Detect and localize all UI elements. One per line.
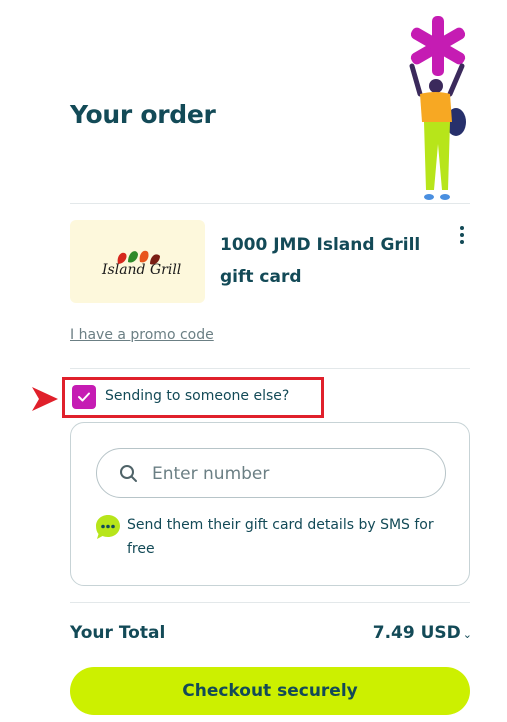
red-arrow-icon xyxy=(32,387,58,411)
product-name: 1000 JMD Island Grill gift card xyxy=(220,235,421,287)
search-icon xyxy=(120,465,137,482)
more-options-icon[interactable] xyxy=(452,222,472,248)
sms-info-text: Send them their gift card details by SMS… xyxy=(127,517,434,557)
phone-number-input[interactable] xyxy=(152,459,432,489)
checkmark-icon xyxy=(78,392,90,402)
product-thumbnail: Island Grill xyxy=(70,220,205,303)
recipient-sms-panel: Send them their gift card details by SMS… xyxy=(70,422,470,586)
total-amount-value: 7.49 USD xyxy=(372,623,461,643)
chevron-down-icon: ⌄ xyxy=(462,628,472,641)
promo-code-link[interactable]: I have a promo code xyxy=(70,327,214,343)
promo-divider xyxy=(70,368,470,369)
total-label: Your Total xyxy=(70,623,166,643)
header-divider xyxy=(70,203,470,204)
page-title: Your order xyxy=(70,100,216,129)
send-to-someone-label[interactable]: Sending to someone else? xyxy=(105,388,289,404)
phone-number-field[interactable] xyxy=(96,448,446,498)
island-grill-logo-text: Island Grill xyxy=(102,262,182,278)
total-amount[interactable]: 7.49 USD ⌄ xyxy=(330,623,472,643)
send-to-someone-checkbox[interactable] xyxy=(72,385,96,409)
total-divider xyxy=(70,602,470,603)
checkout-button[interactable]: Checkout securely xyxy=(70,667,470,715)
chat-bubble-icon xyxy=(96,515,120,539)
person-holding-star-illustration xyxy=(409,16,466,200)
